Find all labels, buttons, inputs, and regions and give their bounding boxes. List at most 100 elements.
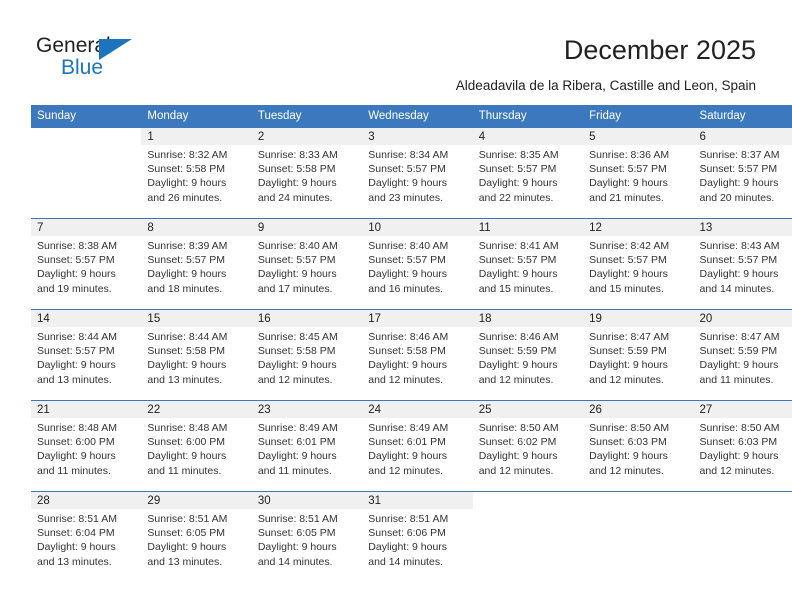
- calendar-day-cell[interactable]: 19 Sunrise: 8:47 AM Sunset: 5:59 PM Dayligh…: [583, 309, 694, 401]
- calendar-day-cell[interactable]: 26 Sunrise: 8:50 AM Sunset: 6:03 PM Dayligh…: [583, 400, 694, 492]
- calendar-day-cell[interactable]: 31 Sunrise: 8:51 AM Sunset: 6:06 PM Dayligh…: [362, 491, 473, 582]
- day-info-line: Sunrise: 8:33 AM: [257, 149, 338, 161]
- calendar-day-cell[interactable]: 9 Sunrise: 8:40 AM Sunset: 5:57 PM Daylight…: [251, 218, 363, 310]
- day-sun-info: Sunrise: 8:47 AM Sunset: 5:59 PM Daylight:…: [583, 327, 693, 387]
- day-number: 14: [31, 310, 142, 327]
- day-number: 5: [583, 128, 694, 145]
- calendar-day-cell[interactable]: 16 Sunrise: 8:45 AM Sunset: 5:58 PM Dayligh…: [251, 309, 363, 401]
- calendar-day-cell[interactable]: 29 Sunrise: 8:51 AM Sunset: 6:05 PM Dayligh…: [141, 491, 252, 582]
- day-info-line: Sunset: 5:57 PM: [699, 163, 778, 176]
- calendar-week-row: 1 Sunrise: 8:32 AM Sunset: 5:58 PM Daylight…: [31, 128, 792, 219]
- day-info-line: Sunrise: 8:45 AM: [257, 331, 338, 343]
- calendar-day-cell[interactable]: 11 Sunrise: 8:41 AM Sunset: 5:57 PM Dayligh…: [472, 218, 584, 310]
- calendar-day-cell[interactable]: 8 Sunrise: 8:39 AM Sunset: 5:57 PM Daylight…: [141, 218, 252, 310]
- day-info-line: Sunrise: 8:48 AM: [147, 422, 228, 434]
- day-sun-info: Sunrise: 8:49 AM Sunset: 6:01 PM Daylight:…: [252, 418, 362, 478]
- day-sun-info: Sunrise: 8:51 AM Sunset: 6:04 PM Daylight:…: [31, 509, 141, 569]
- day-info-line: Daylight: 9 hours: [478, 268, 558, 281]
- day-info-line: Daylight: 9 hours: [257, 450, 337, 463]
- calendar-day-cell[interactable]: 15 Sunrise: 8:44 AM Sunset: 5:58 PM Dayligh…: [141, 309, 252, 401]
- day-info-line: and 22 minutes.: [478, 191, 554, 204]
- logo[interactable]: General Blue: [36, 34, 156, 82]
- day-info-line: Daylight: 9 hours: [147, 268, 227, 281]
- calendar-day-cell[interactable]: 12 Sunrise: 8:42 AM Sunset: 5:57 PM Dayligh…: [583, 218, 694, 310]
- calendar-day-cell[interactable]: 10 Sunrise: 8:40 AM Sunset: 5:57 PM Dayligh…: [362, 218, 473, 310]
- day-info-line: Sunset: 5:57 PM: [147, 254, 226, 267]
- day-info-line: Sunrise: 8:44 AM: [37, 331, 117, 343]
- day-number: 27: [693, 401, 792, 418]
- calendar-day-cell[interactable]: 25 Sunrise: 8:50 AM Sunset: 6:02 PM Dayligh…: [472, 400, 584, 492]
- day-sun-info: Sunrise: 8:40 AM Sunset: 5:57 PM Daylight:…: [252, 236, 362, 296]
- calendar-day-cell[interactable]: 14 Sunrise: 8:44 AM Sunset: 5:57 PM Dayligh…: [31, 309, 142, 401]
- calendar-page: General Blue December 2025 Aldeadavila d…: [0, 0, 792, 612]
- day-number: 6: [693, 128, 792, 145]
- day-info-line: Daylight: 9 hours: [478, 359, 558, 372]
- day-cell-inner: 5 Sunrise: 8:36 AM Sunset: 5:57 PM Daylight…: [583, 128, 694, 218]
- day-info-line: Sunset: 6:03 PM: [699, 436, 778, 449]
- day-cell-inner: 27 Sunrise: 8:50 AM Sunset: 6:03 PM Dayligh…: [693, 401, 792, 491]
- day-info-line: Daylight: 9 hours: [478, 177, 558, 190]
- calendar-day-cell[interactable]: 7 Sunrise: 8:38 AM Sunset: 5:57 PM Daylight…: [31, 218, 142, 310]
- day-sun-info: Sunrise: 8:50 AM Sunset: 6:03 PM Daylight:…: [694, 418, 792, 478]
- calendar-day-cell[interactable]: 21 Sunrise: 8:48 AM Sunset: 6:00 PM Dayligh…: [31, 400, 142, 492]
- day-cell-inner: 29 Sunrise: 8:51 AM Sunset: 6:05 PM Dayligh…: [141, 492, 252, 582]
- calendar-day-cell[interactable]: 2 Sunrise: 8:33 AM Sunset: 5:58 PM Daylight…: [251, 128, 363, 219]
- calendar-day-cell[interactable]: 4 Sunrise: 8:35 AM Sunset: 5:57 PM Daylight…: [472, 128, 584, 219]
- day-number: [472, 492, 584, 509]
- day-info-line: Sunset: 5:59 PM: [589, 345, 667, 358]
- day-info-line: Daylight: 9 hours: [37, 268, 116, 281]
- day-sun-info: Sunrise: 8:46 AM Sunset: 5:58 PM Daylight:…: [362, 327, 472, 387]
- weekday-header-wednesday: Wednesday: [362, 105, 473, 128]
- day-sun-info: Sunrise: 8:50 AM Sunset: 6:03 PM Daylight:…: [583, 418, 693, 478]
- calendar-day-cell[interactable]: 3 Sunrise: 8:34 AM Sunset: 5:57 PM Daylight…: [362, 128, 473, 219]
- calendar-day-cell[interactable]: 27 Sunrise: 8:50 AM Sunset: 6:03 PM Dayligh…: [693, 400, 792, 492]
- day-sun-info: Sunrise: 8:49 AM Sunset: 6:01 PM Daylight:…: [362, 418, 472, 478]
- calendar-empty-cell: [31, 128, 142, 219]
- day-info-line: and 19 minutes.: [37, 282, 112, 295]
- day-info-line: Sunrise: 8:46 AM: [368, 331, 449, 343]
- day-info-line: Sunset: 5:57 PM: [368, 163, 446, 176]
- calendar-day-cell[interactable]: 1 Sunrise: 8:32 AM Sunset: 5:58 PM Daylight…: [141, 128, 252, 219]
- day-number: 31: [362, 492, 473, 509]
- calendar-day-cell[interactable]: 17 Sunrise: 8:46 AM Sunset: 5:58 PM Dayligh…: [362, 309, 473, 401]
- day-info-line: Daylight: 9 hours: [589, 359, 668, 372]
- day-info-line: Sunset: 6:01 PM: [257, 436, 336, 449]
- day-info-line: Daylight: 9 hours: [699, 450, 779, 463]
- calendar-day-cell[interactable]: 23 Sunrise: 8:49 AM Sunset: 6:01 PM Dayligh…: [251, 400, 363, 492]
- day-info-line: Sunset: 5:58 PM: [368, 345, 446, 358]
- day-sun-info: Sunrise: 8:33 AM Sunset: 5:58 PM Daylight:…: [252, 145, 362, 205]
- day-sun-info: Sunrise: 8:40 AM Sunset: 5:57 PM Daylight:…: [362, 236, 472, 296]
- day-info-line: Daylight: 9 hours: [147, 450, 227, 463]
- calendar-day-cell[interactable]: 18 Sunrise: 8:46 AM Sunset: 5:59 PM Dayligh…: [472, 309, 584, 401]
- day-info-line: and 12 minutes.: [257, 373, 333, 386]
- day-info-line: Daylight: 9 hours: [147, 541, 227, 554]
- day-info-line: Sunrise: 8:42 AM: [589, 240, 670, 252]
- calendar-day-cell[interactable]: 6 Sunrise: 8:37 AM Sunset: 5:57 PM Daylight…: [693, 128, 792, 219]
- day-info-line: and 13 minutes.: [147, 373, 223, 386]
- day-info-line: Daylight: 9 hours: [589, 268, 668, 281]
- day-info-line: Sunset: 5:57 PM: [478, 163, 557, 176]
- day-sun-info: Sunrise: 8:38 AM Sunset: 5:57 PM Daylight:…: [31, 236, 141, 296]
- day-info-line: and 15 minutes.: [478, 282, 554, 295]
- calendar-day-cell[interactable]: 13 Sunrise: 8:43 AM Sunset: 5:57 PM Dayligh…: [693, 218, 792, 310]
- day-info-line: Sunrise: 8:40 AM: [257, 240, 338, 252]
- day-number: 4: [472, 128, 584, 145]
- day-info-line: Sunrise: 8:51 AM: [368, 513, 449, 525]
- weekday-header-thursday: Thursday: [472, 105, 584, 128]
- day-cell-inner: 12 Sunrise: 8:42 AM Sunset: 5:57 PM Dayligh…: [583, 219, 694, 309]
- weekday-header-monday: Monday: [141, 105, 252, 128]
- calendar-empty-cell: [583, 491, 694, 582]
- day-cell-inner: [472, 492, 584, 582]
- calendar-day-cell[interactable]: 24 Sunrise: 8:49 AM Sunset: 6:01 PM Dayligh…: [362, 400, 473, 492]
- day-cell-inner: 15 Sunrise: 8:44 AM Sunset: 5:58 PM Dayligh…: [141, 310, 252, 400]
- day-info-line: Sunrise: 8:47 AM: [589, 331, 670, 343]
- day-info-line: and 14 minutes.: [699, 282, 775, 295]
- day-sun-info: Sunrise: 8:44 AM Sunset: 5:58 PM Daylight:…: [141, 327, 251, 387]
- calendar-day-cell[interactable]: 20 Sunrise: 8:47 AM Sunset: 5:59 PM Dayligh…: [693, 309, 792, 401]
- day-info-line: and 11 minutes.: [257, 464, 332, 477]
- calendar-day-cell[interactable]: 22 Sunrise: 8:48 AM Sunset: 6:00 PM Dayligh…: [141, 400, 252, 492]
- day-info-line: Sunset: 5:58 PM: [147, 163, 226, 176]
- calendar-day-cell[interactable]: 5 Sunrise: 8:36 AM Sunset: 5:57 PM Daylight…: [583, 128, 694, 219]
- calendar-day-cell[interactable]: 28 Sunrise: 8:51 AM Sunset: 6:04 PM Dayligh…: [31, 491, 142, 582]
- calendar-day-cell[interactable]: 30 Sunrise: 8:51 AM Sunset: 6:05 PM Dayligh…: [251, 491, 363, 582]
